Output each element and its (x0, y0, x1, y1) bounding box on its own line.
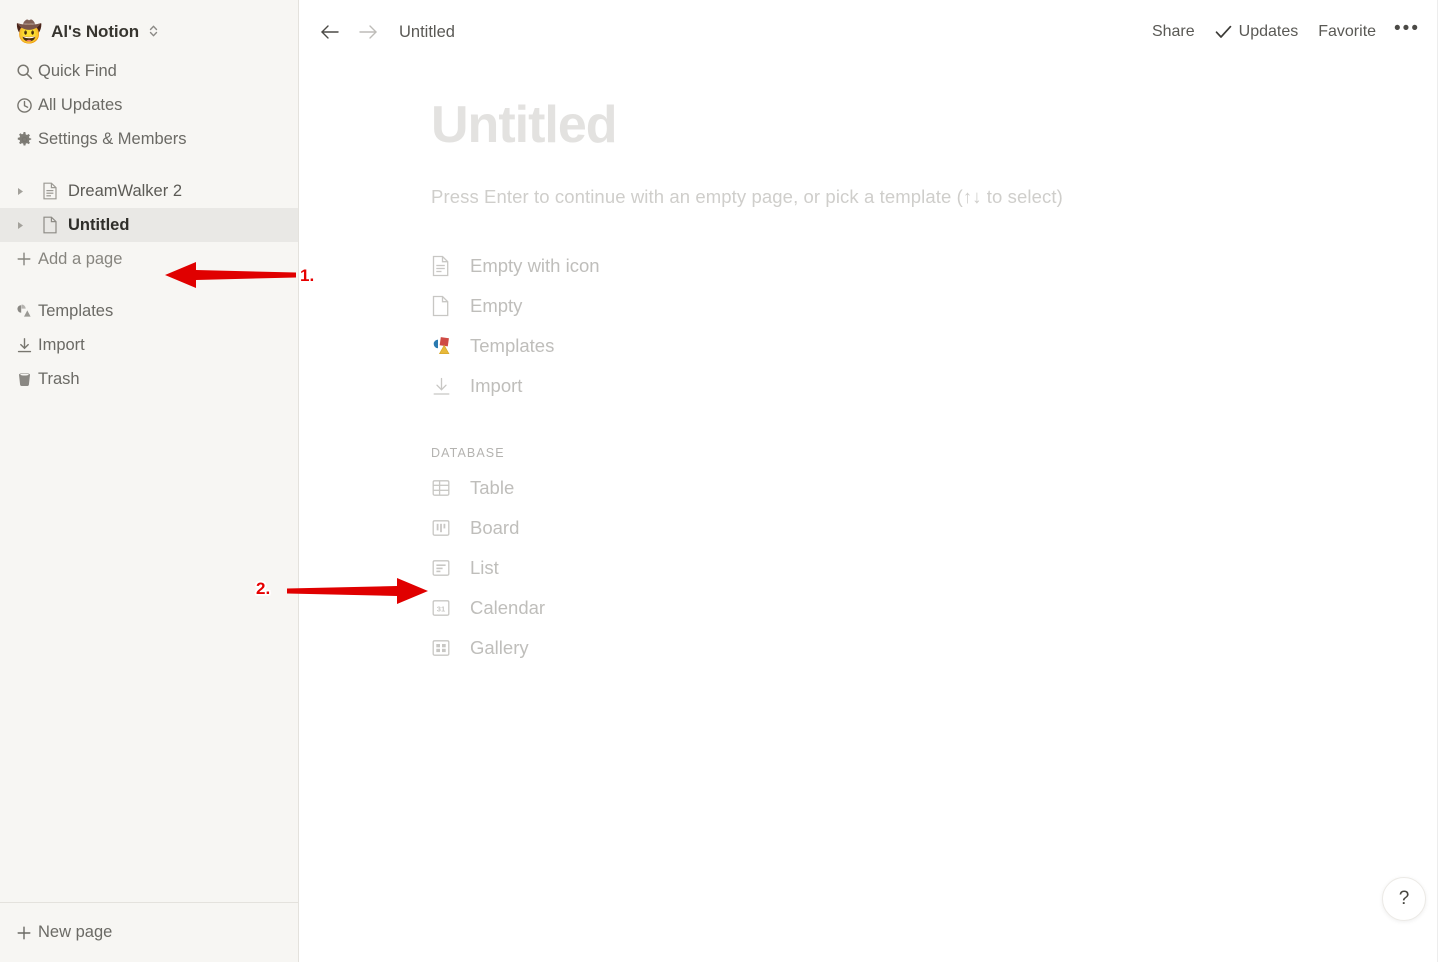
option-templates[interactable]: Templates (431, 326, 1448, 366)
workspace-name: Al's Notion (51, 22, 139, 42)
templates-icon (16, 303, 38, 319)
top-bar-actions: Share Updates Favorite ••• (1142, 17, 1434, 47)
sidebar-item-templates[interactable]: Templates (0, 294, 298, 328)
option-empty-with-icon[interactable]: Empty with icon (431, 246, 1448, 286)
option-label: List (470, 557, 499, 579)
chevron-right-icon[interactable] (16, 221, 42, 230)
option-label: Table (470, 477, 514, 499)
svg-text:31: 31 (437, 605, 446, 614)
workspace-switcher[interactable]: 🤠 Al's Notion (0, 10, 298, 54)
option-label: Calendar (470, 597, 545, 619)
gallery-icon (431, 638, 470, 658)
share-button[interactable]: Share (1142, 17, 1205, 47)
share-label: Share (1152, 23, 1195, 41)
ellipsis-icon[interactable]: ••• (1386, 20, 1428, 44)
navigation-arrows (319, 23, 379, 41)
import-icon (431, 376, 470, 397)
page-scrollbar[interactable] (1437, 0, 1448, 962)
templates-color-icon (431, 336, 470, 356)
option-label: Empty with icon (470, 255, 600, 277)
plus-icon (16, 251, 38, 267)
notion-window: 🤠 Al's Notion Quick Find (0, 0, 1448, 962)
option-empty[interactable]: Empty (431, 286, 1448, 326)
new-page-button[interactable]: New page (0, 902, 298, 962)
sidebar-item-label: All Updates (38, 96, 122, 115)
page-title[interactable]: Untitled (431, 64, 1448, 154)
option-label: Empty (470, 295, 522, 317)
calendar-icon: 31 (431, 598, 470, 618)
gear-icon (16, 131, 38, 148)
arrow-right-icon[interactable] (357, 23, 379, 41)
annotation-number-2: 2. (256, 579, 270, 599)
trash-icon (16, 371, 38, 388)
sidebar-item-quick-find[interactable]: Quick Find (0, 54, 298, 88)
template-hint: Press Enter to continue with an empty pa… (431, 186, 1448, 208)
sidebar-item-import[interactable]: Import (0, 328, 298, 362)
sidebar-item-all-updates[interactable]: All Updates (0, 88, 298, 122)
arrow-left-icon[interactable] (319, 23, 341, 41)
option-gallery[interactable]: Gallery (431, 628, 1448, 668)
option-label: Templates (470, 335, 554, 357)
sidebar-page-label: Untitled (68, 216, 129, 235)
database-section-label: DATABASE (431, 446, 1448, 460)
document-lines-icon (42, 182, 68, 200)
sidebar-item-label: Import (38, 336, 85, 355)
plus-icon (16, 925, 38, 941)
option-label: Gallery (470, 637, 529, 659)
check-icon (1215, 25, 1232, 39)
sidebar-item-label: Templates (38, 302, 113, 321)
add-a-page-button[interactable]: Add a page (0, 242, 298, 276)
sidebar-item-label: Trash (38, 370, 80, 389)
top-bar: Untitled Share Updates Favorite ••• (299, 0, 1448, 64)
board-icon (431, 518, 470, 538)
sidebar-page-label: DreamWalker 2 (68, 182, 182, 201)
sidebar-spacer (0, 156, 298, 174)
option-label: Board (470, 517, 519, 539)
new-page-label: New page (38, 923, 112, 942)
sidebar-item-settings-members[interactable]: Settings & Members (0, 122, 298, 156)
favorite-button[interactable]: Favorite (1308, 17, 1386, 47)
annotation-number-1: 1. (300, 266, 314, 286)
main-area: Untitled Share Updates Favorite ••• (299, 0, 1448, 962)
updates-label: Updates (1239, 23, 1299, 41)
template-option-list: Empty with icon Empty (431, 246, 1448, 668)
sidebar-spacer-2 (0, 276, 298, 294)
sidebar-item-trash[interactable]: Trash (0, 362, 298, 396)
updates-button[interactable]: Updates (1205, 17, 1309, 47)
search-icon (16, 63, 38, 80)
sidebar: 🤠 Al's Notion Quick Find (0, 0, 299, 962)
option-import[interactable]: Import (431, 366, 1448, 406)
sidebar-body: 🤠 Al's Notion Quick Find (0, 0, 298, 902)
chevron-updown-icon (148, 23, 159, 39)
option-board[interactable]: Board (431, 508, 1448, 548)
sidebar-page-dreamwalker-2[interactable]: DreamWalker 2 (0, 174, 298, 208)
help-button[interactable]: ? (1382, 877, 1426, 921)
sidebar-item-label: Quick Find (38, 62, 117, 81)
document-icon (431, 295, 470, 317)
option-label: Import (470, 375, 522, 397)
import-icon (16, 337, 38, 354)
document-icon (42, 216, 68, 234)
breadcrumb[interactable]: Untitled (399, 23, 455, 42)
page-content: Untitled Press Enter to continue with an… (299, 64, 1448, 668)
list-icon (431, 558, 470, 578)
table-icon (431, 478, 470, 498)
chevron-right-icon[interactable] (16, 187, 42, 196)
option-calendar[interactable]: 31 Calendar (431, 588, 1448, 628)
option-table[interactable]: Table (431, 468, 1448, 508)
workspace-emoji-icon: 🤠 (16, 22, 42, 43)
sidebar-page-untitled[interactable]: Untitled (0, 208, 298, 242)
option-list[interactable]: List (431, 548, 1448, 588)
document-lines-icon (431, 255, 470, 277)
clock-icon (16, 97, 38, 114)
favorite-label: Favorite (1318, 23, 1376, 41)
add-a-page-label: Add a page (38, 250, 122, 269)
sidebar-item-label: Settings & Members (38, 130, 187, 149)
